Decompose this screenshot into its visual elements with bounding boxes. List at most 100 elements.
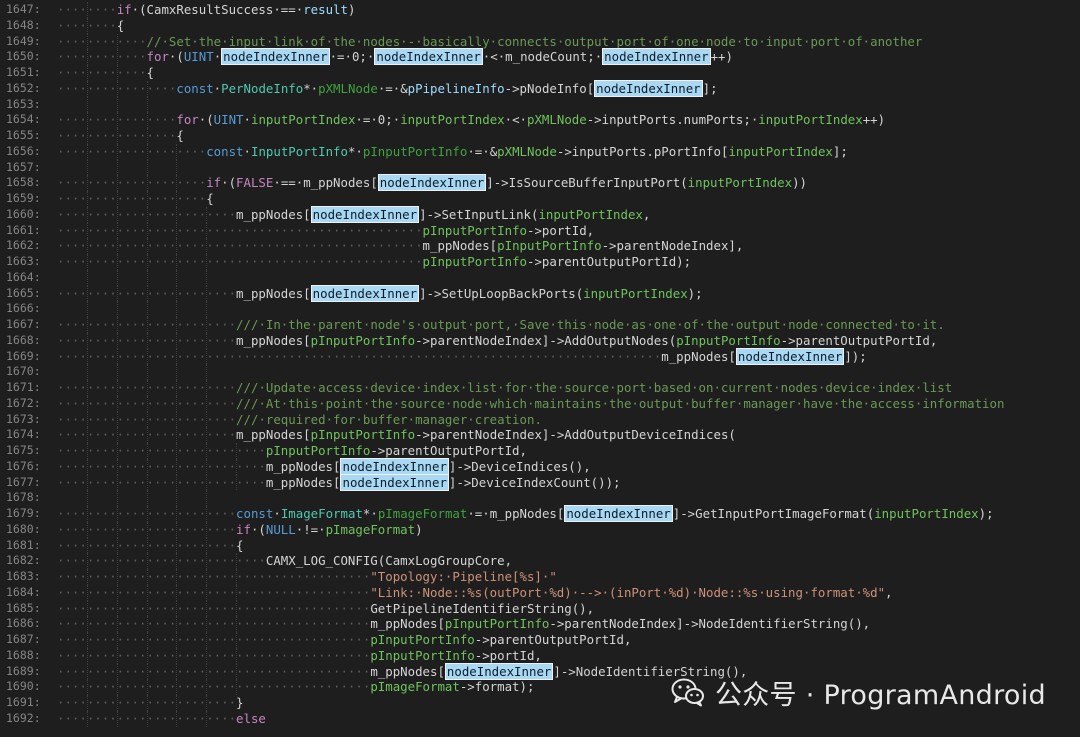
line-number: 1689:: [6, 663, 41, 678]
code-line: 1654: ················for·(UINT·inputPort…: [0, 112, 1080, 128]
code-token: ·==·m_ppNodes[: [273, 175, 378, 191]
code-line: 1662: ···································…: [0, 238, 1080, 254]
code-token: pInputPortInfo: [370, 647, 475, 663]
code-token: const: [206, 143, 244, 159]
code-line: 1648: ········{: [0, 17, 1080, 34]
code-token: ·: [243, 143, 251, 159]
indent-guide: [206, 301, 208, 317]
indent-whitespace: ····························: [57, 632, 266, 647]
code-line: 1679: ························const·Image…: [0, 505, 1080, 522]
line-number: 1679:: [6, 506, 41, 520]
highlighted-identifier[interactable]: nodeIndexInner: [377, 174, 487, 192]
code-token: ·<·: [504, 112, 528, 128]
code-token: ++): [862, 112, 886, 128]
code-token: else: [236, 710, 266, 726]
code-token: if: [206, 175, 222, 191]
highlighted-identifier[interactable]: nodeIndexInner: [374, 48, 483, 66]
code-line: 1659: ····················{: [0, 191, 1080, 207]
code-text: ············{: [57, 65, 154, 81]
indent-guide: [146, 269, 148, 286]
code-text: ························else: [57, 711, 266, 727]
indent-whitespace: ························: [57, 710, 237, 726]
code-token: pInputPortInfo: [310, 332, 416, 348]
code-line: 1658: ····················if·(FALSE·==·m_…: [0, 174, 1080, 192]
indent-guide: [116, 96, 118, 113]
code-token: m_ppNodes[: [661, 348, 736, 364]
code-token: inputPortIndex: [538, 206, 643, 222]
highlighted-identifier[interactable]: nodeIndexInner: [444, 662, 554, 680]
code-token: {: [236, 537, 244, 553]
code-token: ];: [832, 143, 848, 159]
indent-whitespace: ········: [57, 17, 117, 33]
code-token: pPipelineInfo: [407, 80, 505, 96]
highlighted-identifier[interactable]: nodeIndexInner: [602, 48, 711, 66]
code-token: ·························: [236, 238, 423, 254]
code-token: ··············: [265, 584, 371, 600]
code-line: 1680: ························if·(NULL·!=…: [0, 521, 1080, 538]
code-text: ························///·At·this·poin…: [57, 396, 1004, 412]
highlighted-identifier[interactable]: nodeIndexInner: [735, 347, 845, 365]
code-text: ························}: [57, 695, 244, 711]
code-text: ········{: [57, 18, 124, 34]
code-editor[interactable]: 1647: ········if·(CamxResultSuccess·==·re…: [0, 0, 1080, 737]
code-text: ········if·(CamxResultSuccess·==·result): [57, 2, 355, 18]
code-token: ImageFormat: [280, 506, 363, 521]
line-number: 1670:: [6, 364, 41, 379]
code-line: 1660: ························m_ppNodes[n…: [0, 205, 1080, 223]
code-token: ->parentNodeIndex],: [601, 238, 744, 254]
indent-whitespace: ················: [57, 128, 177, 143]
code-token: m_ppNodes[: [236, 206, 311, 222]
indent-whitespace: ····························: [57, 663, 266, 679]
code-token: UINT: [183, 49, 214, 65]
code-token: ]->SetUpLoopBackPorts(: [419, 285, 584, 301]
line-number: 1682:: [6, 553, 41, 568]
code-token: "Link:·Node::%s(outPort·%d)·-->·(inPort·…: [370, 584, 886, 600]
highlighted-identifier[interactable]: nodeIndexInner: [310, 205, 420, 223]
indent-whitespace: ····························: [57, 458, 266, 474]
code-token: m_ppNodes[: [422, 238, 498, 254]
code-line: 1664:: [0, 269, 1080, 286]
highlighted-identifier[interactable]: nodeIndexInner: [564, 505, 673, 522]
indent-guide: [146, 96, 148, 113]
code-token: ->parentOutputPortId,: [474, 632, 632, 647]
code-line: 1675: ····························pInputP…: [0, 443, 1080, 459]
code-token: ········································…: [236, 348, 662, 364]
code-text: ········································…: [57, 662, 747, 680]
code-token: ·························: [236, 222, 423, 238]
code-line: 1650: ············for·(UINT· nodeIndexInne…: [0, 48, 1080, 66]
code-text: ····························m_ppNodes[no…: [57, 457, 591, 475]
line-number: 1678:: [6, 490, 41, 505]
highlighted-identifier[interactable]: nodeIndexInner: [594, 79, 703, 97]
code-token: inputPortIndex: [400, 112, 505, 128]
highlighted-identifier[interactable]: nodeIndexInner: [310, 284, 420, 302]
line-number: 1688:: [6, 647, 41, 662]
highlighted-identifier[interactable]: nodeIndexInner: [221, 48, 330, 66]
code-token: ·(: [168, 49, 184, 65]
code-token: pImageFormat: [377, 506, 468, 521]
highlighted-identifier[interactable]: nodeIndexInner: [340, 473, 449, 491]
highlighted-identifier[interactable]: nodeIndexInner: [340, 457, 449, 475]
line-number: 1677:: [6, 474, 41, 489]
indent-guide: [86, 490, 88, 506]
code-token: UINT: [213, 112, 244, 128]
indent-guide: [116, 269, 118, 286]
line-number: 1655:: [6, 128, 41, 142]
code-line: 1651: ············{: [0, 65, 1080, 81]
code-text: ····························pInputPortIn…: [57, 443, 527, 459]
code-token: ]->DeviceIndexCount());: [448, 474, 621, 490]
indent-whitespace: ························: [57, 695, 237, 710]
code-token: const: [176, 80, 214, 96]
code-token: pInputPortInfo: [444, 616, 550, 632]
line-number: 1680:: [6, 521, 41, 536]
code-text: ····························m_ppNodes[no…: [57, 473, 621, 491]
indent-whitespace: ························: [57, 427, 237, 443]
indent-whitespace: ························: [57, 317, 237, 332]
code-text: ········································…: [57, 585, 893, 601]
code-token: if: [116, 2, 132, 17]
code-token: ··············: [265, 632, 371, 647]
code-text: ················{: [57, 128, 184, 144]
line-number: 1685:: [6, 600, 41, 615]
code-token: PerNodeInfo: [221, 80, 304, 96]
watermark: 公众号 · ProgramAndroid: [671, 672, 1046, 712]
code-token: ->parentOutputPortId,: [370, 443, 527, 458]
